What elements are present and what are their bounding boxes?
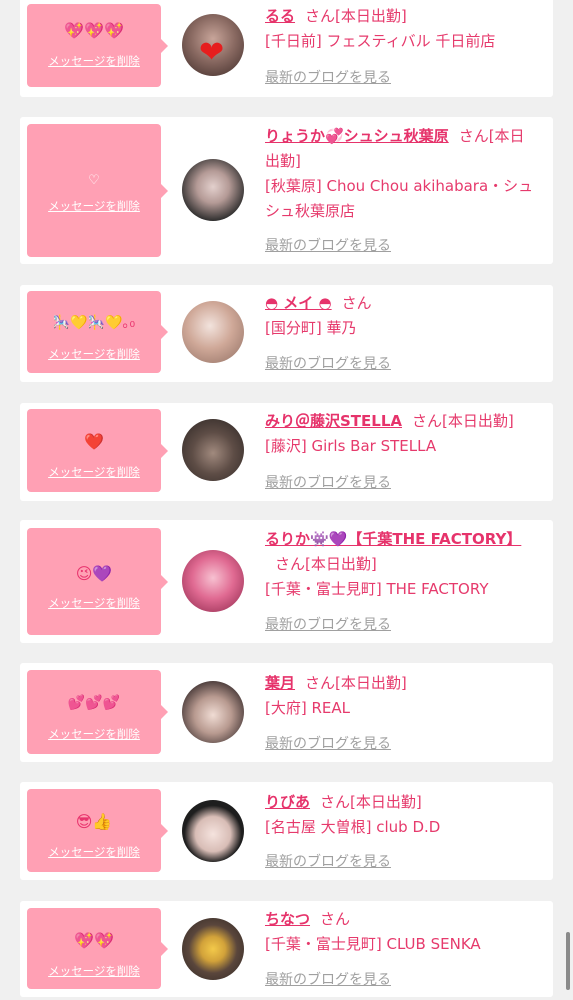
delete-message-link[interactable]: メッセージを削除	[27, 595, 161, 611]
user-status: さん[本日出勤]	[320, 793, 422, 811]
message-card: ❤️ メッセージを削除 みり＠藤沢STELLA さん[本日出勤] [藤沢] Gir…	[20, 403, 553, 501]
user-info: 葉月 さん[本日出勤] [大府] REAL	[265, 671, 537, 721]
user-name-link[interactable]: りびあ	[265, 793, 310, 811]
user-status: さん	[341, 294, 372, 312]
heart-icon: ❤	[199, 35, 225, 70]
emoji-message: 😉💜	[75, 564, 113, 583]
user-info: りびあ さん[本日出勤] [名古屋 大曽根] club D.D	[265, 790, 537, 840]
blog-link[interactable]: 最新のブログを見る	[265, 969, 391, 989]
emoji-message: ❤️	[84, 432, 104, 451]
message-list: 💖💖💖 メッセージを削除 ❤ るる さん[本日出勤] [千日前] フェスティバル …	[0, 0, 573, 1000]
avatar[interactable]	[182, 918, 244, 980]
avatar[interactable]	[182, 681, 244, 743]
message-bubble: 💕💕💕 メッセージを削除	[27, 670, 168, 754]
delete-message-link[interactable]: メッセージを削除	[27, 464, 161, 480]
user-name-link[interactable]: りょうか💞シュシュ秋葉原	[265, 127, 449, 145]
message-card: 😎👍 メッセージを削除 りびあ さん[本日出勤] [名古屋 大曽根] club D…	[20, 782, 553, 880]
message-bubble: 💖💖💖 メッセージを削除	[27, 4, 168, 87]
avatar[interactable]	[182, 800, 244, 862]
shop-name: [大府] REAL	[265, 699, 350, 717]
delete-message-link[interactable]: メッセージを削除	[27, 844, 161, 860]
avatar[interactable]	[182, 550, 244, 612]
emoji-message: 💖💖💖	[64, 21, 124, 40]
shop-name: [千葉・富士見町] THE FACTORY	[265, 580, 489, 598]
avatar[interactable]	[182, 159, 244, 221]
user-info: りょうか💞シュシュ秋葉原 さん[本日出勤] [秋葉原] Chou Chou aki…	[265, 124, 537, 224]
blog-link[interactable]: 最新のブログを見る	[265, 67, 391, 87]
user-status: さん[本日出勤]	[305, 674, 407, 692]
emoji-message: 💖💖	[74, 931, 114, 950]
emoji-message: 😎👍	[75, 812, 113, 831]
blog-link[interactable]: 最新のブログを見る	[265, 851, 391, 871]
user-info: ちなつ さん [千葉・富士見町] CLUB SENKA	[265, 907, 537, 957]
user-status: さん	[320, 910, 351, 928]
emoji-message: 🎠💛🎠💛｡₀	[52, 315, 136, 331]
shop-name: [秋葉原] Chou Chou akihabara・シュシュ秋葉原店	[265, 177, 534, 220]
message-bubble: 💖💖 メッセージを削除	[27, 908, 168, 989]
message-card: ♡ メッセージを削除 りょうか💞シュシュ秋葉原 さん[本日出勤] [秋葉原] Ch…	[20, 117, 553, 264]
message-card: 💖💖💖 メッセージを削除 ❤ るる さん[本日出勤] [千日前] フェスティバル …	[20, 0, 553, 97]
avatar[interactable]	[182, 301, 244, 363]
user-info: るる さん[本日出勤] [千日前] フェスティバル 千日前店	[265, 4, 537, 54]
message-card: 💕💕💕 メッセージを削除 葉月 さん[本日出勤] [大府] REAL 最新のブログ…	[20, 663, 553, 762]
emoji-message: ♡	[88, 173, 100, 188]
delete-message-link[interactable]: メッセージを削除	[27, 198, 161, 214]
blog-link[interactable]: 最新のブログを見る	[265, 733, 391, 753]
user-status: さん[本日出勤]	[412, 412, 514, 430]
scrollbar[interactable]	[566, 932, 570, 990]
delete-message-link[interactable]: メッセージを削除	[27, 346, 161, 362]
message-card: 💖💖 メッセージを削除 ちなつ さん [千葉・富士見町] CLUB SENKA 最…	[20, 901, 553, 997]
user-status: さん[本日出勤]	[305, 7, 407, 25]
delete-message-link[interactable]: メッセージを削除	[27, 53, 161, 69]
user-info: ◓ メイ ◓ さん [国分町] 華乃	[265, 291, 537, 341]
blog-link[interactable]: 最新のブログを見る	[265, 614, 391, 634]
shop-name: [国分町] 華乃	[265, 319, 357, 337]
shop-name: [千日前] フェスティバル 千日前店	[265, 32, 496, 50]
message-bubble: 😉💜 メッセージを削除	[27, 528, 168, 635]
user-name-link[interactable]: るりか👾💜【千葉THE FACTORY】	[265, 530, 521, 548]
delete-message-link[interactable]: メッセージを削除	[27, 963, 161, 979]
message-card: 🎠💛🎠💛｡₀ メッセージを削除 ◓ メイ ◓ さん [国分町] 華乃 最新のブログ…	[20, 285, 553, 382]
message-bubble: ❤️ メッセージを削除	[27, 409, 168, 492]
user-info: るりか👾💜【千葉THE FACTORY】さん[本日出勤] [千葉・富士見町] T…	[265, 527, 537, 602]
message-card: 😉💜 メッセージを削除 るりか👾💜【千葉THE FACTORY】さん[本日出勤]…	[20, 520, 553, 643]
shop-name: [名古屋 大曽根] club D.D	[265, 818, 441, 836]
user-name-link[interactable]: 葉月	[265, 674, 295, 692]
avatar[interactable]: ❤	[182, 14, 244, 76]
blog-link[interactable]: 最新のブログを見る	[265, 235, 391, 255]
delete-message-link[interactable]: メッセージを削除	[27, 726, 161, 742]
user-info: みり＠藤沢STELLA さん[本日出勤] [藤沢] Girls Bar STELL…	[265, 409, 537, 459]
message-bubble: 🎠💛🎠💛｡₀ メッセージを削除	[27, 291, 168, 373]
emoji-message: 💕💕💕	[67, 695, 121, 711]
user-name-link[interactable]: るる	[265, 7, 295, 25]
avatar[interactable]	[182, 419, 244, 481]
shop-name: [藤沢] Girls Bar STELLA	[265, 437, 437, 455]
message-bubble: 😎👍 メッセージを削除	[27, 789, 168, 872]
message-bubble: ♡ メッセージを削除	[27, 124, 168, 257]
user-name-link[interactable]: みり＠藤沢STELLA	[265, 412, 402, 430]
user-status: さん[本日出勤]	[275, 555, 377, 573]
user-name-link[interactable]: ◓ メイ ◓	[265, 294, 332, 312]
blog-link[interactable]: 最新のブログを見る	[265, 353, 391, 373]
blog-link[interactable]: 最新のブログを見る	[265, 472, 391, 492]
shop-name: [千葉・富士見町] CLUB SENKA	[265, 935, 481, 953]
user-name-link[interactable]: ちなつ	[265, 910, 310, 928]
